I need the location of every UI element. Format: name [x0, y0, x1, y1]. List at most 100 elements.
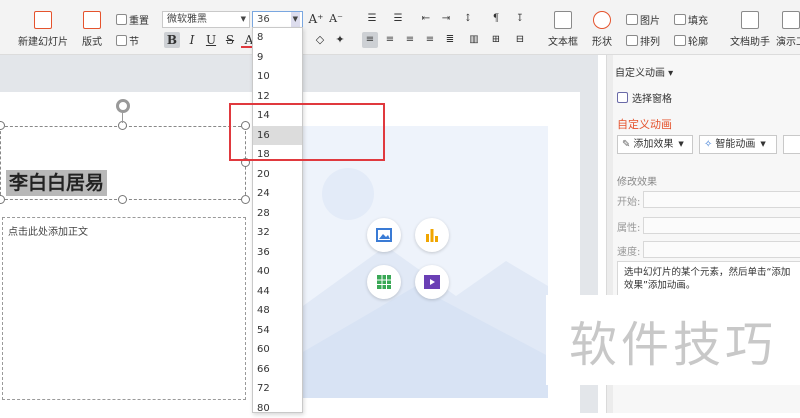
text-align-icon[interactable]: ⊞ — [488, 32, 504, 48]
strikethrough-button[interactable]: S — [222, 32, 238, 48]
panel-header[interactable]: 自定义动画 ▾ — [615, 64, 673, 79]
smart-animation-button[interactable]: ✧ 智能动画 ▼ — [699, 135, 777, 154]
distributed-icon[interactable]: ≣ — [442, 32, 458, 48]
rotate-handle-icon[interactable] — [116, 99, 130, 113]
font-size-option[interactable]: 48 — [253, 301, 302, 321]
shape-icon — [593, 11, 611, 29]
animation-hint-text: 选中幻灯片的某个元素，然后单击“添加效果”添加动画。 — [617, 261, 800, 297]
italic-button[interactable]: I — [184, 32, 200, 48]
fill-button[interactable]: 填充 — [674, 11, 708, 27]
ribbon-toolbar: 新建幻灯片 版式 重置 节 微软雅黑 ▼ 36 ▼ A⁺ A⁻ B I U S … — [0, 0, 800, 55]
font-size-option[interactable]: 24 — [253, 184, 302, 204]
columns-icon[interactable]: ▥ — [466, 32, 482, 48]
textbox-icon — [554, 11, 572, 29]
watermark-text: 软件技巧 — [546, 295, 800, 385]
align-left-icon[interactable]: ≡ — [362, 32, 378, 48]
justify-icon[interactable]: ≡ — [422, 32, 438, 48]
text-effect-icon[interactable]: ✦ — [332, 32, 348, 48]
chevron-down-icon: ▼ — [241, 12, 246, 27]
rotate-stem — [122, 113, 123, 123]
doc-helper-icon — [741, 11, 759, 29]
layout-button[interactable]: 版式 — [82, 11, 102, 48]
increase-indent-icon[interactable]: ⇥ — [438, 11, 454, 27]
font-name-select[interactable]: 微软雅黑 ▼ — [162, 11, 250, 28]
start-label: 开始: — [617, 193, 640, 208]
start-select[interactable] — [643, 191, 800, 208]
font-size-option[interactable]: 20 — [253, 165, 302, 185]
section-icon — [116, 35, 127, 46]
align-center-icon[interactable]: ≡ — [382, 32, 398, 48]
numbered-list-icon[interactable]: ☰ — [390, 11, 406, 27]
highlight-annotation-box — [229, 103, 385, 161]
fill-icon — [674, 14, 686, 25]
font-size-option[interactable]: 54 — [253, 321, 302, 341]
bold-button[interactable]: B — [164, 32, 180, 48]
layout-icon — [83, 11, 101, 29]
insert-picture-icon[interactable] — [367, 218, 401, 252]
selection-pane-icon — [617, 92, 628, 103]
speed-select[interactable] — [643, 241, 800, 258]
doc-helper-button[interactable]: 文档助手 — [730, 11, 770, 48]
property-label: 属性: — [617, 219, 640, 234]
bullet-list-icon[interactable]: ☰ — [364, 11, 380, 27]
font-size-option[interactable]: 72 — [253, 379, 302, 399]
align-right-icon[interactable]: ≡ — [402, 32, 418, 48]
font-size-option[interactable]: 32 — [253, 223, 302, 243]
clear-format-icon[interactable]: ◇ — [312, 32, 328, 48]
font-size-option[interactable]: 80 — [253, 399, 302, 418]
property-select[interactable] — [643, 217, 800, 234]
insert-table-icon[interactable] — [367, 265, 401, 299]
chevron-down-icon: ▼ — [678, 136, 683, 153]
insert-chart-icon[interactable] — [415, 218, 449, 252]
picture-button[interactable]: 图片 — [626, 11, 660, 27]
remove-button[interactable] — [783, 135, 800, 154]
section-button[interactable]: 节 — [116, 32, 139, 48]
panel-section-title: 自定义动画 — [617, 116, 672, 132]
mountain-illustration — [296, 126, 548, 398]
convert-smartart-icon[interactable]: ⊟ — [512, 32, 528, 48]
font-size-option[interactable]: 28 — [253, 204, 302, 224]
body-placeholder[interactable]: 点击此处添加正文 — [2, 217, 246, 400]
insert-video-icon[interactable] — [415, 265, 449, 299]
text-direction-icon[interactable]: ↧ — [512, 11, 528, 27]
font-size-option[interactable]: 8 — [253, 28, 302, 48]
new-slide-button[interactable]: 新建幻灯片 — [18, 11, 68, 48]
font-size-select[interactable]: 36 ▼ — [252, 11, 303, 28]
font-size-option[interactable]: 66 — [253, 360, 302, 380]
font-size-option[interactable]: 60 — [253, 340, 302, 360]
outline-icon — [674, 35, 686, 46]
shrink-font-icon[interactable]: A⁻ — [328, 11, 344, 27]
font-size-option[interactable]: 9 — [253, 48, 302, 68]
shape-button[interactable]: 形状 — [592, 11, 612, 48]
smart-animation-icon: ✧ — [704, 136, 712, 153]
add-effect-button[interactable]: ✎ 添加效果 ▼ — [617, 135, 693, 154]
body-placeholder-text: 点击此处添加正文 — [8, 223, 88, 238]
arrange-icon — [626, 35, 638, 46]
font-size-option[interactable]: 40 — [253, 262, 302, 282]
picture-icon — [626, 14, 638, 25]
presentation-tool-icon — [782, 11, 800, 29]
modify-effect-label: 修改效果 — [617, 173, 657, 188]
line-spacing-icon[interactable]: ↕ — [460, 11, 476, 27]
reset-button[interactable]: 重置 — [116, 11, 149, 27]
slide-title-text[interactable]: 李白白居易 — [6, 170, 107, 196]
paragraph-settings-icon[interactable]: ¶ — [488, 11, 504, 27]
chevron-down-icon: ▼ — [760, 136, 765, 153]
new-slide-icon — [34, 11, 52, 29]
outline-button[interactable]: 轮廓 — [674, 32, 708, 48]
font-size-option[interactable]: 44 — [253, 282, 302, 302]
presentation-tool-button[interactable]: 演示工 — [776, 11, 800, 48]
grow-font-icon[interactable]: A⁺ — [308, 11, 324, 27]
font-size-option[interactable]: 36 — [253, 243, 302, 263]
resize-handle[interactable] — [241, 195, 250, 204]
font-size-dropdown[interactable]: 89101214161820242832364044485460667280 — [252, 27, 303, 413]
textbox-button[interactable]: 文本框 — [548, 11, 578, 48]
font-size-option[interactable]: 10 — [253, 67, 302, 87]
selection-pane-link[interactable]: 选择窗格 — [617, 90, 672, 105]
resize-handle[interactable] — [118, 195, 127, 204]
decrease-indent-icon[interactable]: ⇤ — [418, 11, 434, 27]
arrange-button[interactable]: 排列 — [626, 32, 660, 48]
underline-button[interactable]: U — [203, 32, 219, 48]
speed-label: 速度: — [617, 243, 640, 258]
content-illustration — [296, 126, 548, 398]
